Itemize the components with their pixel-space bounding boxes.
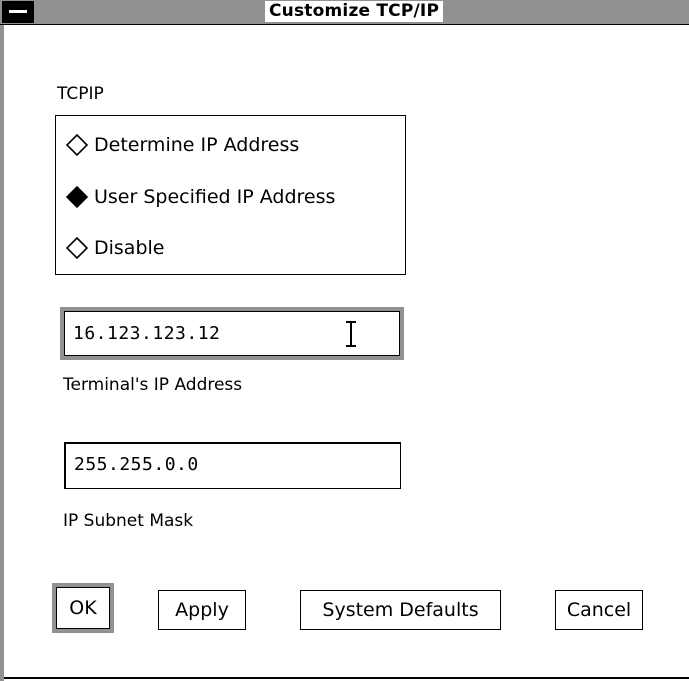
window-title: Customize TCP/IP <box>265 1 444 22</box>
radio-label: Disable <box>94 237 165 259</box>
ok-button[interactable]: OK <box>56 587 110 629</box>
cancel-button[interactable]: Cancel <box>555 590 643 630</box>
ip-address-label: Terminal's IP Address <box>63 375 243 395</box>
text-cursor-icon <box>346 321 356 347</box>
group-label: TCPIP <box>57 84 104 104</box>
window-bottom-border <box>4 677 689 679</box>
minus-icon <box>9 10 27 13</box>
ip-address-field[interactable]: 16.123.123.12 <box>60 307 404 360</box>
ip-mode-group: Determine IP Address User Specified IP A… <box>55 115 406 275</box>
window-left-border <box>0 25 4 681</box>
title-bar[interactable]: Customize TCP/IP <box>0 0 689 25</box>
radio-determine-ip[interactable]: Determine IP Address <box>66 132 299 158</box>
radio-user-specified-ip[interactable]: User Specified IP Address <box>66 184 335 210</box>
ok-button-focus-ring: OK <box>52 583 114 633</box>
system-defaults-button[interactable]: System Defaults <box>300 590 501 630</box>
radio-label: User Specified IP Address <box>94 186 336 208</box>
subnet-mask-value: 255.255.0.0 <box>74 454 199 475</box>
ip-address-input[interactable]: 16.123.123.12 <box>64 311 400 356</box>
system-menu-button[interactable] <box>2 1 34 23</box>
subnet-mask-input[interactable]: 255.255.0.0 <box>64 442 401 489</box>
apply-button[interactable]: Apply <box>158 590 246 630</box>
radio-unselected-diamond-icon <box>66 237 88 259</box>
customize-tcpip-dialog: Customize TCP/IP TCPIP Determine IP Addr… <box>0 0 689 681</box>
radio-disable[interactable]: Disable <box>66 235 164 261</box>
radio-label: Determine IP Address <box>94 134 300 156</box>
subnet-mask-label: IP Subnet Mask <box>63 511 194 531</box>
radio-selected-diamond-icon <box>66 186 88 208</box>
ip-address-value: 16.123.123.12 <box>73 323 221 344</box>
radio-unselected-diamond-icon <box>66 134 88 156</box>
